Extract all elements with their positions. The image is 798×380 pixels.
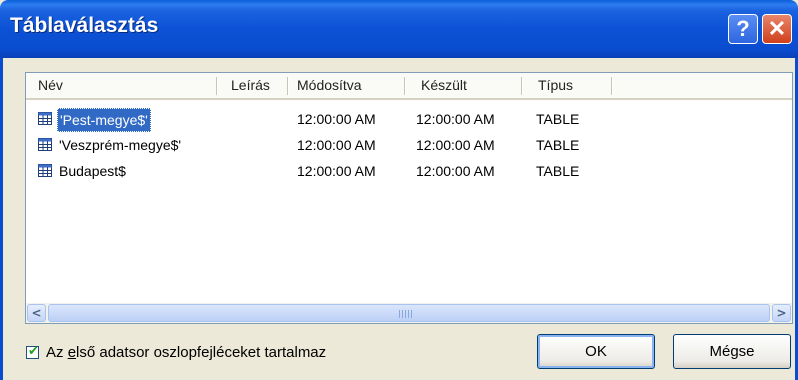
row-name[interactable]: 'Veszprém-megye$' xyxy=(59,134,181,156)
table-select-dialog: Táblaválasztás ? ✕ Név Leírás Módosítva … xyxy=(0,0,798,380)
column-separator[interactable] xyxy=(404,77,406,95)
chevron-left-icon: < xyxy=(31,306,42,320)
column-separator[interactable] xyxy=(521,77,523,95)
cancel-button[interactable]: Mégse xyxy=(673,334,791,369)
column-separator[interactable] xyxy=(287,77,289,95)
check-icon: ✔ xyxy=(28,344,39,359)
table-list[interactable]: Név Leírás Módosítva Készült Típus 'Pest… xyxy=(25,72,793,324)
column-header-modified[interactable]: Módosítva xyxy=(297,73,362,98)
first-row-headers-checkbox[interactable]: ✔ xyxy=(26,344,39,359)
close-button[interactable]: ✕ xyxy=(762,14,792,44)
close-icon: ✕ xyxy=(767,16,787,41)
table-icon xyxy=(38,112,52,125)
row-created: 12:00:00 AM xyxy=(416,111,495,127)
column-header-created[interactable]: Készült xyxy=(421,73,467,98)
table-row[interactable]: 'Pest-megye$' 12:00:00 AM 12:00:00 AM TA… xyxy=(26,108,792,132)
row-created: 12:00:00 AM xyxy=(416,163,495,179)
row-created: 12:00:00 AM xyxy=(416,137,495,153)
help-button[interactable]: ? xyxy=(728,14,758,44)
label-part: Az xyxy=(46,344,68,361)
scroll-right-button[interactable]: > xyxy=(772,304,791,322)
ok-button[interactable]: OK xyxy=(537,334,655,369)
first-row-headers-label[interactable]: Az első adatsor oszlopfejléceket tartalm… xyxy=(46,344,326,361)
scroll-thumb[interactable] xyxy=(48,304,770,322)
help-icon: ? xyxy=(736,16,750,41)
scroll-left-button[interactable]: < xyxy=(27,304,46,322)
label-part: lső adatsor oszlopfejléceket tartalmaz xyxy=(76,344,327,361)
row-type: TABLE xyxy=(536,163,580,179)
column-header-description[interactable]: Leírás xyxy=(231,73,270,98)
row-type: TABLE xyxy=(536,137,580,153)
list-header: Név Leírás Módosítva Készült Típus xyxy=(26,73,792,100)
row-modified: 12:00:00 AM xyxy=(297,137,376,153)
grip-icon xyxy=(399,310,413,318)
label-accelerator: e xyxy=(67,344,77,361)
row-modified: 12:00:00 AM xyxy=(297,111,376,127)
chevron-right-icon: > xyxy=(776,306,787,320)
table-row[interactable]: 'Veszprém-megye$' 12:00:00 AM 12:00:00 A… xyxy=(26,134,792,156)
horizontal-scrollbar[interactable]: < > xyxy=(26,303,792,323)
dialog-title: Táblaválasztás xyxy=(10,14,159,37)
table-icon xyxy=(38,138,52,151)
column-separator[interactable] xyxy=(611,77,613,95)
column-header-name[interactable]: Név xyxy=(38,73,63,98)
row-name[interactable]: Budapest$ xyxy=(59,160,126,182)
table-row[interactable]: Budapest$ 12:00:00 AM 12:00:00 AM TABLE xyxy=(26,160,792,182)
table-icon xyxy=(38,164,52,177)
row-name[interactable]: 'Pest-megye$' xyxy=(57,108,151,132)
title-bar: Táblaválasztás ? ✕ xyxy=(0,0,798,58)
column-header-type[interactable]: Típus xyxy=(538,73,573,98)
column-separator[interactable] xyxy=(216,77,218,95)
row-type: TABLE xyxy=(536,111,580,127)
frame-left xyxy=(0,58,3,380)
row-modified: 12:00:00 AM xyxy=(297,163,376,179)
